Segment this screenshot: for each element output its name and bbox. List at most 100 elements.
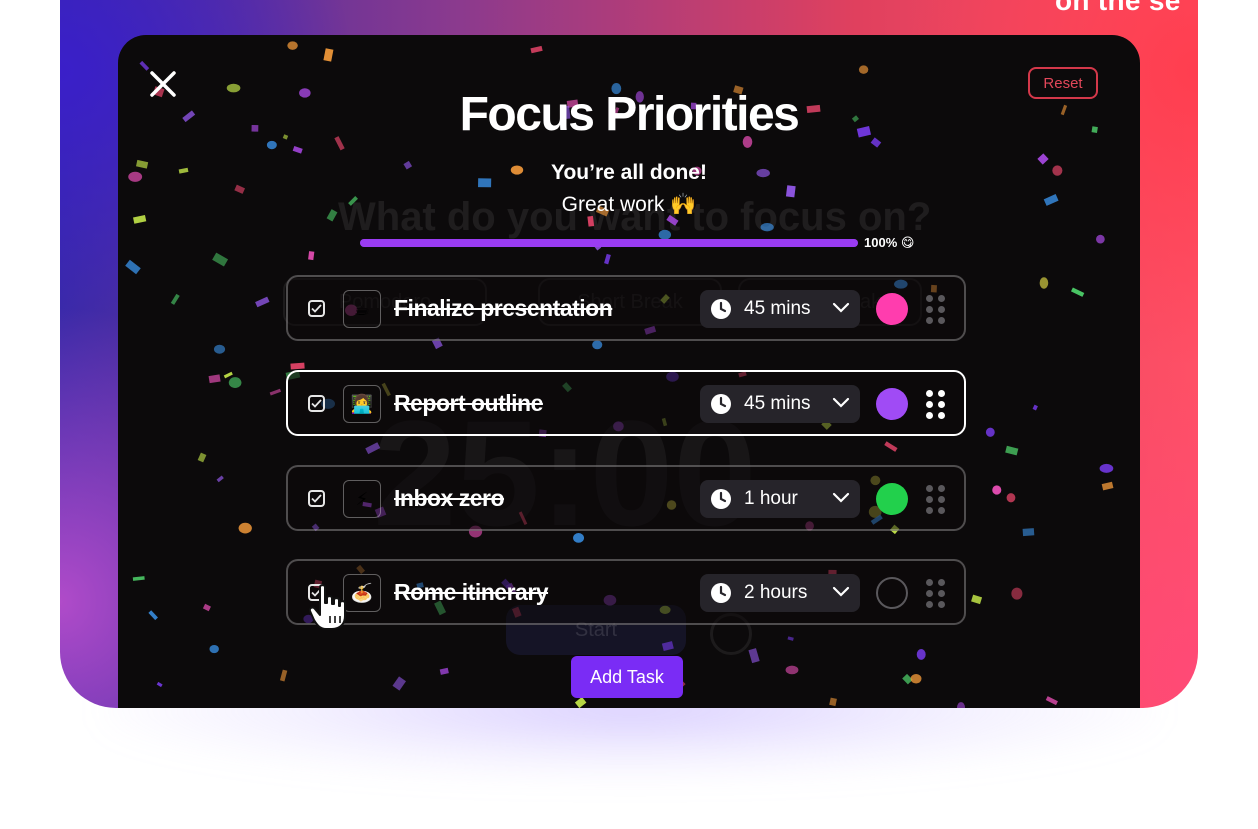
task-name[interactable]: Report outline: [394, 390, 543, 417]
confetti-piece: [212, 252, 229, 267]
duration-select[interactable]: 2 hours: [700, 574, 860, 612]
confetti-piece: [1039, 277, 1049, 289]
confetti-piece: [604, 253, 611, 265]
confetti-piece: [910, 674, 922, 684]
duration-value: 45 mins: [744, 298, 811, 319]
duration-select[interactable]: 45 mins: [700, 385, 860, 423]
task-name[interactable]: Inbox zero: [394, 485, 505, 512]
confetti-piece: [916, 649, 926, 660]
task-row[interactable]: ⚡ Inbox zero 1 hour: [286, 465, 966, 531]
task-emoji-button[interactable]: ⚡: [343, 480, 381, 518]
task-emoji: ⚡: [355, 488, 369, 509]
confetti-piece: [156, 681, 163, 688]
checkmark-icon: [311, 399, 322, 408]
completion-heading: You’re all done!: [551, 161, 707, 184]
confetti-piece: [785, 665, 799, 675]
duration-value: 45 mins: [744, 393, 811, 414]
confetti-piece: [1045, 696, 1058, 706]
task-color-dot[interactable]: [876, 483, 908, 515]
task-emoji-button[interactable]: 👩‍💻: [343, 385, 381, 423]
confetti-piece: [290, 362, 305, 370]
task-emoji-button[interactable]: 🍝: [343, 574, 381, 612]
hand-pointer-icon: [308, 584, 346, 630]
confetti-piece: [238, 522, 252, 534]
drag-handle-icon[interactable]: [926, 579, 946, 609]
confetti-piece: [132, 576, 145, 581]
background-caption-line: on the se: [1055, 0, 1181, 16]
task-name[interactable]: Finalize presentation: [394, 295, 613, 322]
task-row[interactable]: 👩‍💻 Report outline 45 mins: [286, 370, 966, 436]
task-emoji-button[interactable]: ☕: [343, 290, 381, 328]
confetti-piece: [971, 594, 983, 605]
confetti-piece: [1011, 587, 1023, 600]
chevron-down-icon: [832, 397, 850, 408]
confetti-piece: [148, 610, 158, 621]
drag-handle-icon[interactable]: [926, 390, 946, 420]
confetti-piece: [287, 41, 298, 50]
task-emoji: ☕: [353, 298, 371, 319]
confetti-piece: [1006, 493, 1016, 503]
clock-icon: [711, 489, 731, 509]
confetti-piece: [308, 251, 315, 261]
confetti-piece: [1022, 528, 1035, 537]
confetti-piece: [748, 648, 760, 664]
confetti-piece: [439, 667, 449, 675]
confetti-piece: [202, 603, 211, 612]
confetti-piece: [279, 669, 288, 682]
task-checkbox[interactable]: [308, 490, 325, 507]
confetti-piece: [1096, 234, 1105, 244]
drag-handle-icon[interactable]: [926, 295, 946, 325]
confetti-piece: [1101, 481, 1114, 491]
confetti-piece: [292, 145, 303, 154]
task-name[interactable]: Rome itinerary: [394, 579, 549, 606]
progress-bar: [360, 239, 858, 247]
confetti-piece: [255, 296, 270, 308]
confetti-piece: [170, 293, 180, 305]
dialog-title: Focus Priorities: [459, 88, 800, 141]
confetti-piece: [1032, 404, 1038, 411]
checkmark-icon: [311, 304, 322, 313]
chevron-down-icon: [832, 586, 850, 597]
duration-select[interactable]: 1 hour: [700, 480, 860, 518]
checkmark-icon: [311, 494, 322, 503]
confetti-piece: [269, 388, 282, 396]
confetti-piece: [208, 374, 221, 384]
background-caption: on the se: [1055, 0, 1181, 18]
confetti-piece: [787, 636, 794, 641]
duration-value: 2 hours: [744, 582, 808, 603]
confetti-piece: [992, 485, 1002, 495]
task-checkbox[interactable]: [308, 300, 325, 317]
add-task-button[interactable]: Add Task: [571, 656, 683, 698]
confetti-piece: [197, 452, 207, 463]
confetti-piece: [125, 259, 141, 275]
confetti-piece: [213, 344, 226, 354]
chevron-down-icon: [832, 492, 850, 503]
confetti-piece: [858, 65, 869, 74]
task-checkbox[interactable]: [308, 395, 325, 412]
task-emoji: 👩‍💻: [350, 393, 374, 414]
drag-handle-icon[interactable]: [926, 485, 946, 515]
confetti-piece: [530, 45, 543, 54]
task-color-dot[interactable]: [876, 293, 908, 325]
confetti-piece: [392, 676, 407, 691]
focus-priorities-dialog: What do you want to focus on? Pomodoro S…: [118, 35, 1140, 708]
task-color-dot[interactable]: [876, 577, 908, 609]
duration-value: 1 hour: [744, 488, 798, 509]
confetti-piece: [228, 377, 242, 388]
completion-message: Great work 🙌: [561, 193, 697, 216]
confetti-piece: [574, 696, 587, 708]
task-emoji: 🍝: [350, 582, 374, 603]
task-color-dot[interactable]: [876, 388, 908, 420]
task-row[interactable]: ☕ Finalize presentation 45 mins: [286, 275, 966, 341]
duration-select[interactable]: 45 mins: [700, 290, 860, 328]
clock-icon: [711, 394, 731, 414]
chevron-down-icon: [832, 302, 850, 313]
confetti-piece: [985, 427, 995, 437]
progress-label: 100% 😋: [864, 235, 915, 250]
confetti-piece: [1099, 463, 1114, 473]
confetti-piece: [223, 371, 233, 379]
app-showcase-card: on the se What do you want to focus on? …: [60, 0, 1198, 708]
confetti-piece: [216, 475, 224, 483]
clock-icon: [711, 583, 731, 603]
task-row[interactable]: 🍝 Rome itinerary 2 hours: [286, 559, 966, 625]
